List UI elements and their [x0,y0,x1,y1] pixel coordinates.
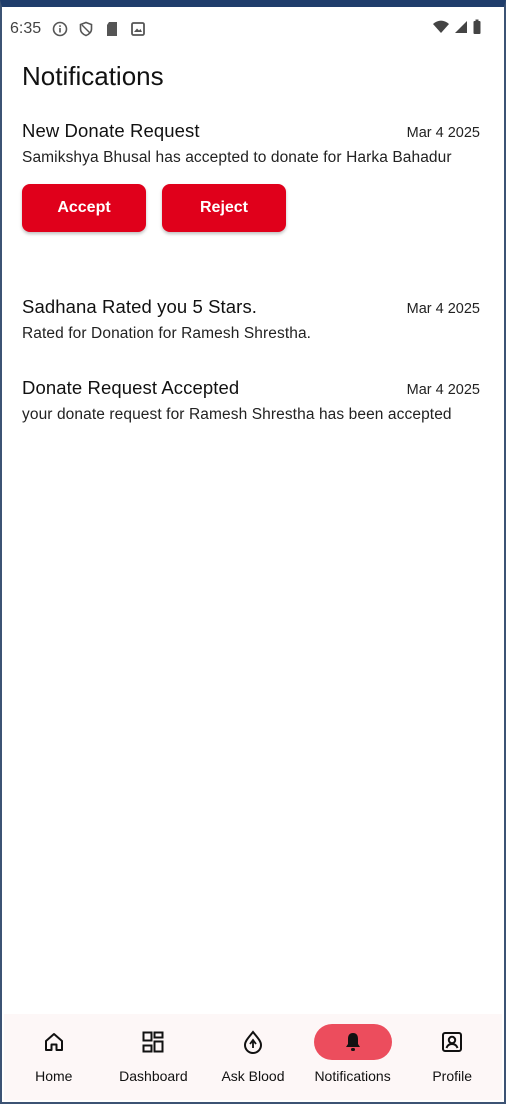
status-right-icons [432,19,482,40]
nav-item-profile[interactable]: Profile [402,1014,502,1100]
profile-icon [413,1024,491,1060]
accept-button[interactable]: Accept [22,184,146,232]
shield-icon [77,20,95,38]
nav-label: Notifications [314,1068,391,1084]
blood-drop-icon [214,1024,292,1060]
wifi-icon [432,19,450,40]
dashboard-icon [114,1024,192,1060]
bell-icon [313,1024,392,1060]
home-icon [15,1024,93,1060]
notification-title: Donate Request Accepted [22,377,240,398]
signal-icon [454,19,468,40]
page-title: Notifications [22,61,164,91]
notification-date: Mar 4 2025 [406,125,480,141]
nav-label: Profile [432,1068,473,1084]
status-bar: 6:35 [10,15,482,43]
app-frame: 6:35 Notifications New Donate Request Ma… [0,0,506,1104]
notification-body: your donate request for Ramesh Shrestha … [22,406,452,423]
nav-label: Ask Blood [221,1068,285,1084]
notification-title: New Donate Request [22,120,200,141]
notification-title: Sadhana Rated you 5 Stars. [22,296,258,317]
status-time: 6:35 [10,20,42,37]
bottom-nav: Home Dashboard Ask Blood Notifications P… [4,1014,502,1100]
notification-item: Donate Request Accepted Mar 4 2025 your … [22,377,480,427]
sd-card-icon [103,20,121,38]
nav-item-home[interactable]: Home [4,1014,104,1100]
notification-date: Mar 4 2025 [406,301,480,317]
nav-label: Dashboard [119,1068,188,1084]
reject-button[interactable]: Reject [162,184,286,232]
info-icon [51,20,69,38]
request-actions: Accept Reject [22,184,480,232]
notification-item: Sadhana Rated you 5 Stars. Mar 4 2025 Ra… [22,296,480,346]
nav-item-dashboard[interactable]: Dashboard [104,1014,204,1100]
nav-item-ask-blood[interactable]: Ask Blood [203,1014,303,1100]
notification-body: Rated for Donation for Ramesh Shrestha. [22,325,312,342]
notification-body: Samikshya Bhusal has accepted to donate … [22,149,452,166]
nav-item-notifications[interactable]: Notifications [303,1014,403,1100]
image-icon [129,20,147,38]
nav-label: Home [35,1068,73,1084]
notification-date: Mar 4 2025 [406,382,480,398]
notification-item: New Donate Request Mar 4 2025 Samikshya … [22,120,480,232]
battery-icon [472,19,482,40]
